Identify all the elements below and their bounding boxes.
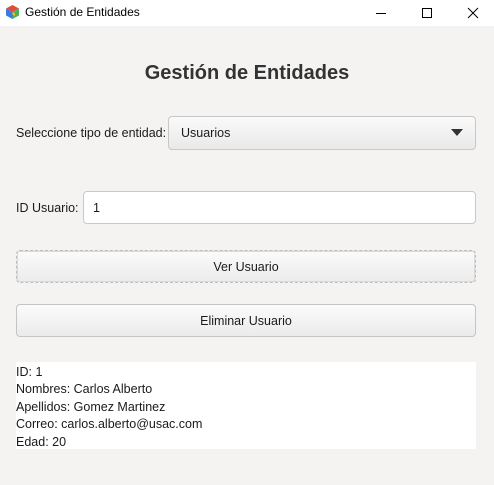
detail-line-id: ID: 1 (16, 365, 43, 379)
eliminar-usuario-button[interactable]: Eliminar Usuario (16, 304, 476, 337)
minimize-button[interactable] (358, 0, 404, 26)
maximize-icon (422, 8, 432, 18)
detail-line-edad: Edad: 20 (16, 434, 67, 449)
page-title: Gestión de Entidades (144, 62, 350, 84)
detail-line-correo: Correo: carlos.alberto@usac.com (16, 417, 203, 432)
entity-type-label: Seleccione tipo de entidad: (16, 126, 167, 140)
maximize-button[interactable] (404, 0, 450, 26)
window-title: Gestión de Entidades (25, 5, 140, 19)
main-panel: Gestión de Entidades Seleccione tipo de … (0, 26, 494, 485)
id-usuario-label: ID Usuario: (16, 201, 79, 215)
app-logo-icon (6, 5, 19, 19)
entity-type-selected-value: Usuarios (181, 126, 231, 140)
ver-usuario-button[interactable]: Ver Usuario (16, 250, 476, 283)
id-usuario-input[interactable] (83, 191, 476, 224)
detail-line-nombres: Nombres: Carlos Alberto (16, 382, 153, 397)
detail-line-apellidos: Apellidos: Gomez Martinez (16, 399, 166, 414)
close-icon (467, 7, 479, 19)
user-details-output: ID: 1 Nombres: Carlos Alberto Apellidos:… (16, 362, 476, 449)
entity-type-select[interactable]: Usuarios (168, 116, 476, 150)
minimize-icon (376, 13, 386, 14)
close-button[interactable] (450, 0, 494, 26)
chevron-down-icon (451, 129, 463, 136)
title-bar: Gestión de Entidades (0, 0, 494, 26)
